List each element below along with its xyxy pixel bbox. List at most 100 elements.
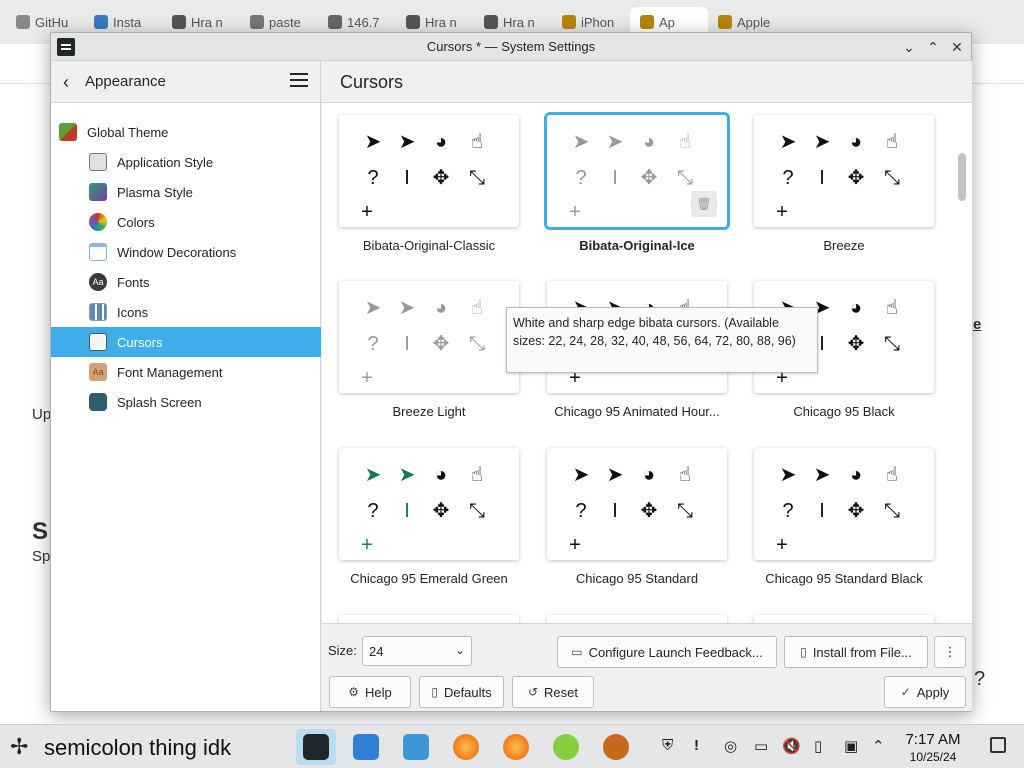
size-select[interactable]: 24 ⌄: [362, 636, 472, 666]
scrollbar-thumb[interactable]: [958, 153, 966, 201]
cursor-preview-icon: ◕: [642, 131, 656, 153]
back-chevron-icon[interactable]: ‹: [63, 72, 69, 93]
cursor-theme-label: Bibata-Original-Ice: [579, 238, 695, 253]
system-settings-window: Cursors * — System Settings ⌄ ⌃ ✕ ‹ Appe…: [50, 32, 972, 712]
window-titlebar[interactable]: Cursors * — System Settings ⌄ ⌃ ✕: [51, 33, 971, 61]
bottom-controls: Size: 24 ⌄ ▭ Configure Launch Feedback..…: [322, 623, 972, 711]
cursor-preview-icon: ?: [782, 167, 794, 189]
shield-favicon-icon: [328, 15, 342, 29]
taskbar-firefox[interactable]: [446, 729, 486, 765]
cursor-preview-icon: ➤: [606, 464, 624, 486]
close-button[interactable]: ✕: [947, 37, 967, 57]
cursor-theme-label: Chicago 95 Black: [793, 404, 895, 419]
cursor-theme-card[interactable]: ➤ ➤ ◕ ☝? I ✥ ⤡ + 🗑: [547, 115, 727, 227]
cursor-preview-icon: +: [569, 534, 581, 556]
taskbar-text: semicolon thing idk: [44, 735, 232, 760]
plasma-style-icon: [89, 183, 107, 201]
tab-favicon-icon: [562, 15, 576, 29]
delete-theme-icon[interactable]: 🗑: [691, 191, 717, 217]
cursor-preview-icon: ◕: [434, 131, 448, 153]
firefox-icon: [503, 734, 529, 760]
cursor-theme-card[interactable]: [547, 615, 727, 623]
hamburger-menu-icon[interactable]: [290, 73, 308, 89]
sidebar-item-icons[interactable]: Icons: [51, 297, 321, 327]
system-settings-icon: [303, 734, 329, 760]
cursor-preview-icon: ⤡: [884, 500, 900, 522]
clock-date[interactable]: 10/25/24: [898, 750, 968, 764]
background-text: Up: [32, 406, 52, 423]
taskbar-file-manager[interactable]: [396, 729, 436, 765]
cursor-preview-icon: +: [569, 201, 581, 223]
more-options-button[interactable]: ⋮: [934, 636, 966, 668]
sidebar-item-fonts[interactable]: Aa Fonts: [51, 267, 321, 297]
tab-favicon-icon: [718, 15, 732, 29]
icons-icon: [89, 303, 107, 321]
taskbar-system-settings[interactable]: [296, 729, 336, 765]
cursor-preview-icon: ◕: [434, 297, 448, 319]
cursor-preview-icon: ?: [782, 500, 794, 522]
cursor-theme-card[interactable]: ➤ ➤ ◕ ☝? I ✥ ⤡ +: [547, 448, 727, 560]
sidebar-item-font-management[interactable]: Aa Font Management: [51, 357, 321, 387]
cursor-theme-card[interactable]: [339, 615, 519, 623]
tray-expand-chevron-icon[interactable]: ⌃: [872, 737, 885, 755]
sidebar-header: ‹ Appearance: [51, 61, 320, 103]
help-button[interactable]: ⚙ Help: [329, 676, 411, 708]
cursor-preview-icon: I: [404, 333, 410, 355]
folder-icon: [403, 734, 429, 760]
cursor-theme-card[interactable]: ➤ ➤ ◕ ☝? I ✥ ⤡ +: [754, 115, 934, 227]
cursor-preview-icon: ➤: [364, 464, 382, 486]
sidebar-item-plasma-style[interactable]: Plasma Style: [51, 177, 321, 207]
taskbar-mint[interactable]: [546, 729, 586, 765]
taskbar-firefox-2[interactable]: [496, 729, 536, 765]
defaults-icon: ▯: [431, 685, 438, 699]
sidebar-item-window-decorations[interactable]: Window Decorations: [51, 237, 321, 267]
cursor-preview-icon: ⤡: [677, 500, 693, 522]
cursor-theme-label: Bibata-Original-Classic: [362, 238, 496, 253]
cursor-theme-card[interactable]: ➤ ➤ ◕ ☝? I ✥ ⤡ +: [339, 448, 519, 560]
cursor-theme-card[interactable]: ➤ ➤ ◕ ☝? I ✥ ⤡ +: [339, 115, 519, 227]
tab-favicon-icon: [172, 15, 186, 29]
tray-volume-muted-icon[interactable]: 🔇: [782, 737, 801, 755]
cursor-theme-card[interactable]: ➤ ➤ ◕ ☝? I ✥ ⤡ +: [754, 448, 934, 560]
defaults-button[interactable]: ▯ Defaults: [419, 676, 504, 708]
cursor-preview-icon: +: [361, 201, 373, 223]
cursor-preview-icon: I: [404, 167, 410, 189]
tray-shield-icon[interactable]: ⛨: [662, 737, 673, 754]
sidebar-item-cursors[interactable]: Cursors: [51, 327, 321, 357]
sidebar-item-application-style[interactable]: Application Style: [51, 147, 321, 177]
sidebar-item-splash-screen[interactable]: Splash Screen: [51, 387, 321, 417]
maximize-button[interactable]: ⌃: [923, 37, 943, 57]
sidebar-item-colors[interactable]: Colors: [51, 207, 321, 237]
cursor-theme-label: Chicago 95 Standard Black: [765, 571, 923, 586]
cursor-preview-icon: ⤡: [884, 167, 900, 189]
tray-network-icon[interactable]: ◎: [724, 737, 737, 755]
reset-icon: ↺: [527, 685, 539, 699]
sidebar-back-label[interactable]: Appearance: [85, 73, 166, 90]
sidebar-item-global-theme[interactable]: Global Theme: [51, 117, 321, 147]
cursor-preview-icon: ➤: [779, 464, 797, 486]
cursor-theme-card[interactable]: [754, 615, 934, 623]
show-desktop-icon[interactable]: [990, 737, 1006, 753]
cursor-preview-icon: ➤: [572, 131, 590, 153]
tray-notification-icon[interactable]: !: [694, 737, 699, 754]
cursor-preview-icon: ✥: [847, 333, 865, 355]
fonts-icon: Aa: [89, 273, 107, 291]
cursor-preview-icon: I: [612, 500, 618, 522]
tray-display-icon[interactable]: ▣: [844, 737, 858, 755]
cursor-preview-icon: ⤡: [469, 500, 485, 522]
taskbar-discover[interactable]: [346, 729, 386, 765]
cursor-preview-icon: ◕: [434, 464, 448, 486]
install-from-file-button[interactable]: ▯ Install from File...: [784, 636, 928, 668]
cursor-theme-card[interactable]: ➤ ➤ ◕ ☝? I ✥ ⤡ +: [339, 281, 519, 393]
clock-time[interactable]: 7:17 AM: [898, 731, 968, 748]
apply-button[interactable]: ✓ Apply: [884, 676, 966, 708]
taskbar-app[interactable]: [596, 729, 636, 765]
configure-launch-feedback-button[interactable]: ▭ Configure Launch Feedback...: [557, 636, 777, 668]
tray-clipboard-icon[interactable]: ▭: [754, 737, 768, 755]
cursor-preview-icon: ✥: [847, 500, 865, 522]
reset-button[interactable]: ↺ Reset: [512, 676, 594, 708]
cursor-preview-icon: ✥: [432, 333, 450, 355]
cursor-theme-label: Chicago 95 Animated Hour...: [554, 404, 720, 419]
tray-battery-icon[interactable]: ▯: [814, 737, 822, 755]
minimize-button[interactable]: ⌄: [899, 37, 919, 57]
